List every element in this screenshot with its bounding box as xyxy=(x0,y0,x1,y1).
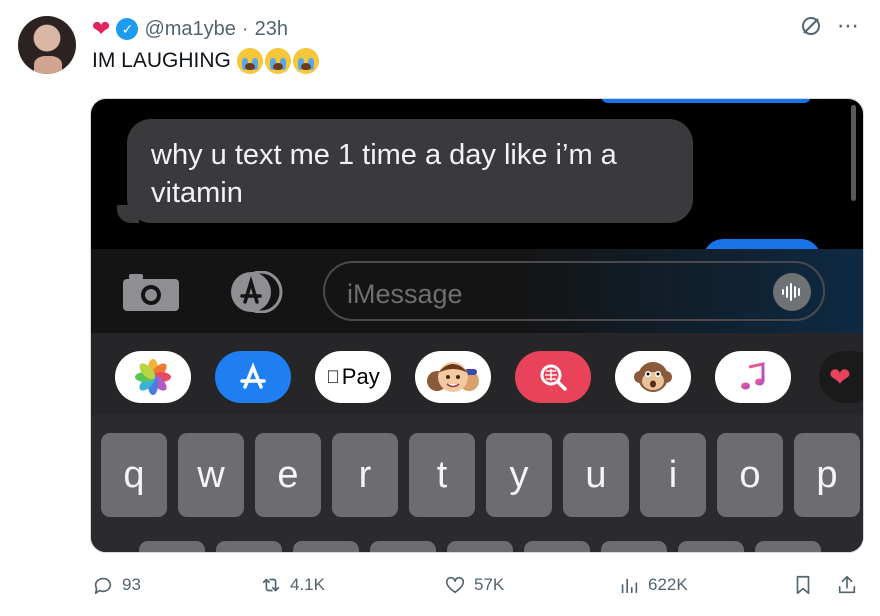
key-row2-partial xyxy=(524,541,590,552)
share-icon xyxy=(838,575,856,594)
voice-waveform-icon xyxy=(773,273,811,311)
more-options-icon[interactable]: ⋯ xyxy=(837,15,860,37)
key-row2-partial xyxy=(216,541,282,552)
share-button[interactable] xyxy=(836,574,858,596)
key-u: u xyxy=(563,433,629,517)
crying-emojis xyxy=(236,48,319,74)
imessage-placeholder: iMessage xyxy=(347,279,463,309)
key-row2-partial xyxy=(601,541,667,552)
tweet-media-image[interactable]: why u text me 1 time a day like i’m a vi… xyxy=(90,98,864,553)
bookmark-button[interactable] xyxy=(792,574,814,596)
verified-badge-icon: ✓ xyxy=(116,18,139,40)
key-y: y xyxy=(486,433,552,517)
views-button[interactable]: 622K xyxy=(618,574,688,596)
separator-dot: · xyxy=(241,17,249,40)
app-store-icon xyxy=(231,271,283,313)
key-row2-partial xyxy=(447,541,513,552)
app-store-app-icon xyxy=(215,351,291,403)
heart-hand-icon: ❤ xyxy=(829,361,851,392)
key-row2-partial xyxy=(370,541,436,552)
key-t: t xyxy=(409,433,475,517)
key-e: e xyxy=(255,433,321,517)
scroll-indicator xyxy=(851,105,856,201)
apple-logo-icon:  xyxy=(326,367,340,388)
music-app-icon xyxy=(715,351,791,403)
loudly-crying-face-icon xyxy=(236,48,263,74)
timestamp[interactable]: 23h xyxy=(255,18,288,41)
repost-button[interactable]: 4.1K xyxy=(260,574,325,596)
heart-emoji-icon: ❤ xyxy=(92,16,111,41)
reply-count: 93 xyxy=(122,575,141,594)
apple-pay-app-icon:  Pay xyxy=(315,351,391,403)
key-row2-partial xyxy=(678,541,744,552)
sent-bubble-partial xyxy=(601,99,811,103)
key-q: q xyxy=(101,433,167,517)
view-count: 622K xyxy=(648,575,688,594)
grok-icon[interactable] xyxy=(799,14,823,38)
repost-count: 4.1K xyxy=(290,575,325,594)
tweet-text: IM LAUGHING xyxy=(92,48,319,74)
imessage-input: iMessage xyxy=(323,261,825,321)
repost-icon xyxy=(262,578,280,592)
compose-bar: iMessage xyxy=(91,249,863,333)
digital-touch-app-icon: ❤ xyxy=(819,351,863,403)
loudly-crying-face-icon xyxy=(264,48,291,74)
tweet-action-bar: 93 4.1K 57K 622K xyxy=(0,566,880,606)
key-row2-partial xyxy=(293,541,359,552)
memoji-app-icon xyxy=(415,351,491,403)
like-button[interactable]: 57K xyxy=(444,574,504,596)
bookmark-icon xyxy=(796,575,810,595)
key-row2-partial xyxy=(139,541,205,552)
reply-button[interactable]: 93 xyxy=(92,574,141,596)
key-w: w xyxy=(178,433,244,517)
views-chart-icon xyxy=(621,578,638,594)
user-handle[interactable]: @ma1ybe xyxy=(144,18,235,41)
animoji-monkey-icon xyxy=(615,351,691,403)
key-row2-partial xyxy=(755,541,821,552)
tweet-body: IM LAUGHING xyxy=(92,49,231,72)
photos-app-icon xyxy=(115,351,191,403)
heart-icon xyxy=(445,576,465,594)
tweet-header: ❤ ✓ @ma1ybe · 23h xyxy=(92,14,288,44)
camera-icon xyxy=(123,274,179,311)
image-search-app-icon xyxy=(515,351,591,403)
avatar[interactable] xyxy=(18,16,76,74)
keyboard: q w e r t y u i o p xyxy=(91,415,863,552)
reply-icon xyxy=(94,577,112,595)
received-message-bubble: why u text me 1 time a day like i’m a vi… xyxy=(127,119,693,223)
key-i: i xyxy=(640,433,706,517)
imessage-app-drawer:  Pay xyxy=(91,333,863,415)
apple-pay-label: Pay xyxy=(335,364,380,389)
loudly-crying-face-icon xyxy=(292,48,319,74)
like-count: 57K xyxy=(474,575,505,594)
key-o: o xyxy=(717,433,783,517)
tweet-top-actions: ⋯ xyxy=(799,14,860,38)
key-r: r xyxy=(332,433,398,517)
key-p: p xyxy=(794,433,860,517)
